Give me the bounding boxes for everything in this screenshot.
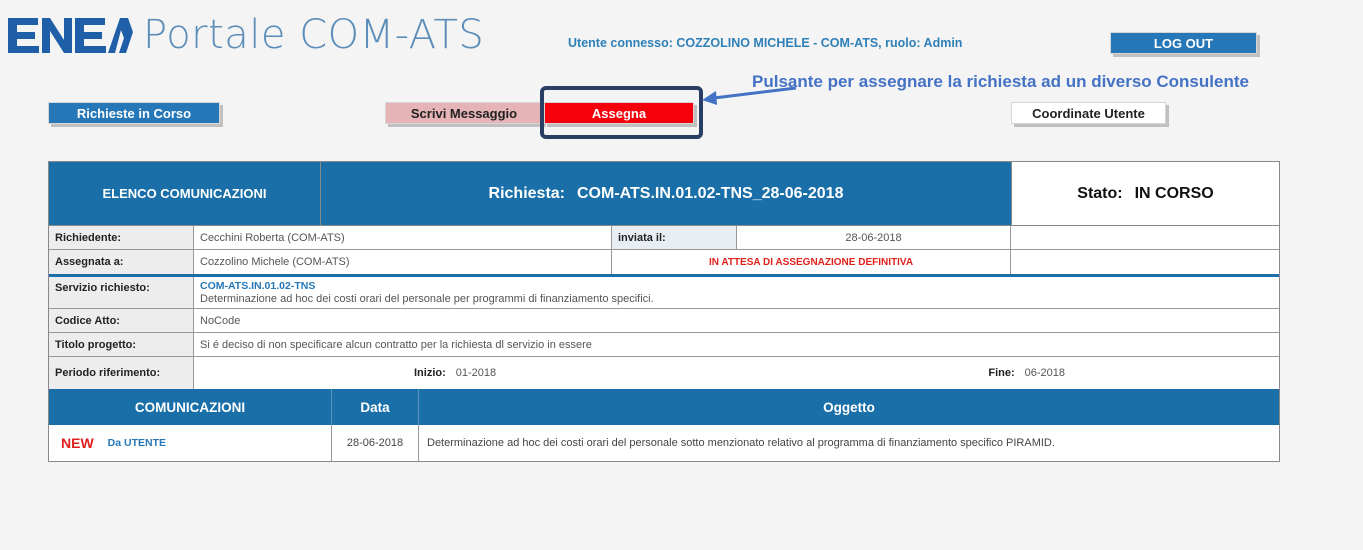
richiesta-label: Richiesta: — [488, 184, 565, 202]
periodo-label: Periodo riferimento: — [49, 357, 194, 389]
servizio-value: COM-ATS.IN.01.02-TNS Determinazione ad h… — [194, 277, 660, 308]
empty-cell — [1011, 250, 1279, 274]
elenco-comunicazioni-label: ELENCO COMUNICAZIONI — [49, 162, 321, 225]
comm-from[interactable]: Da UTENTE — [108, 437, 166, 449]
coordinate-utente-button[interactable]: Coordinate Utente — [1011, 102, 1166, 124]
richiesta-code: COM-ATS.IN.01.02-TNS_28-06-2018 — [577, 184, 844, 202]
request-panel: ELENCO COMUNICAZIONI Richiesta: COM-ATS.… — [48, 161, 1280, 462]
col-data: Data — [332, 389, 419, 425]
fine-cell: Fine: 06-2018 — [664, 357, 1279, 389]
annotation-text: Pulsante per assegnare la richiesta ad u… — [752, 72, 1249, 91]
attesa-status: IN ATTESA DI ASSEGNAZIONE DEFINITIVA — [612, 250, 1011, 274]
richiesta-title: Richiesta: COM-ATS.IN.01.02-TNS_28-06-20… — [321, 162, 1012, 225]
codice-row: Codice Atto: NoCode — [49, 309, 1279, 333]
inizio-value: 01-2018 — [455, 367, 497, 379]
inviata-value: 28-06-2018 — [737, 226, 1011, 249]
assegnata-label: Assegnata a: — [49, 250, 194, 274]
servizio-code: COM-ATS.IN.01.02-TNS — [200, 279, 316, 292]
stato-value: IN CORSO — [1134, 184, 1214, 202]
enea-logo — [8, 18, 133, 53]
stato-box: Stato: IN CORSO — [1012, 162, 1279, 225]
panel-header: ELENCO COMUNICAZIONI Richiesta: COM-ATS.… — [49, 162, 1279, 226]
col-comunicazioni: COMUNICAZIONI — [49, 389, 332, 425]
richiedente-row: Richiedente: Cecchini Roberta (COM-ATS) … — [49, 226, 1279, 250]
richiedente-label: Richiedente: — [49, 226, 194, 249]
assegnata-row: Assegnata a: Cozzolino Michele (COM-ATS)… — [49, 250, 1279, 274]
comm-date: 28-06-2018 — [332, 425, 419, 461]
inviata-label: inviata il: — [612, 226, 737, 249]
codice-label: Codice Atto: — [49, 309, 194, 332]
user-info: Utente connesso: COZZOLINO MICHELE - COM… — [568, 36, 963, 50]
richiedente-value: Cecchini Roberta (COM-ATS) — [194, 226, 612, 249]
new-badge: NEW — [61, 435, 94, 451]
scrivi-messaggio-button[interactable]: Scrivi Messaggio — [385, 102, 543, 124]
inizio-cell: Inizio: 01-2018 — [194, 357, 664, 389]
comm-from-cell: NEW Da UTENTE — [49, 425, 332, 461]
logout-button[interactable]: LOG OUT — [1110, 32, 1257, 54]
titolo-value: Si é deciso di non specificare alcun con… — [200, 338, 592, 351]
periodo-row: Periodo riferimento: Inizio: 01-2018 Fin… — [49, 357, 1279, 389]
fine-label: Fine: — [988, 367, 1015, 379]
col-oggetto: Oggetto — [823, 399, 875, 415]
codice-value: NoCode — [200, 314, 241, 327]
app-title: Portale COM-ATS — [143, 12, 485, 58]
fine-value: 06-2018 — [1024, 367, 1065, 379]
titolo-label: Titolo progetto: — [49, 333, 194, 356]
inizio-label: Inizio: — [414, 367, 446, 379]
servizio-label: Servizio richiesto: — [49, 277, 194, 308]
stato-label: Stato: — [1077, 184, 1123, 202]
servizio-row: Servizio richiesto: COM-ATS.IN.01.02-TNS… — [49, 274, 1279, 309]
titolo-row: Titolo progetto: Si é deciso di non spec… — [49, 333, 1279, 357]
assegnata-value: Cozzolino Michele (COM-ATS) — [194, 250, 612, 274]
comunicazioni-header: COMUNICAZIONI Data Oggetto — [49, 389, 1279, 425]
table-row[interactable]: NEW Da UTENTE 28-06-2018 Determinazione … — [49, 425, 1279, 461]
empty-cell — [1011, 226, 1279, 249]
richieste-in-corso-button[interactable]: Richieste in Corso — [48, 102, 220, 124]
assegna-highlight-box — [540, 86, 703, 139]
servizio-desc: Determinazione ad hoc dei costi orari de… — [200, 292, 654, 305]
comm-subject[interactable]: Determinazione ad hoc dei costi orari de… — [419, 425, 1279, 461]
